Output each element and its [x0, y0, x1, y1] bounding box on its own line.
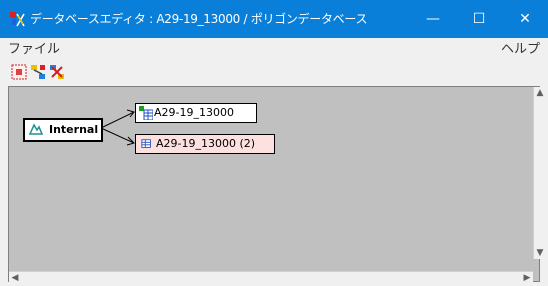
- maximize-button[interactable]: ☐: [456, 0, 502, 38]
- horizontal-scrollbar[interactable]: ◀ ▶: [9, 271, 533, 284]
- table-icon: [141, 139, 151, 148]
- window-title: データベースエディタ : A29-19_13000 / ポリゴンデータベース: [30, 12, 368, 26]
- unlink-tool-icon[interactable]: [49, 64, 65, 80]
- graph-canvas[interactable]: [8, 86, 540, 282]
- close-button[interactable]: ✕: [502, 0, 548, 38]
- scroll-up-icon[interactable]: ▲: [534, 87, 546, 99]
- vertical-scrollbar[interactable]: ▲ ▼: [533, 87, 547, 259]
- menu-file[interactable]: ファイル: [8, 41, 60, 59]
- node-tool-icon[interactable]: [11, 64, 27, 80]
- table-icon: [139, 106, 153, 120]
- menu-help[interactable]: ヘルプ: [501, 41, 540, 59]
- node-table-b-label: A29-19_13000 (2): [156, 137, 256, 150]
- scroll-left-icon[interactable]: ◀: [9, 272, 21, 284]
- scroll-right-icon[interactable]: ▶: [521, 272, 533, 284]
- link-tool-icon[interactable]: [30, 64, 46, 80]
- internal-db-icon: [29, 123, 43, 135]
- toolbar: [0, 61, 548, 85]
- menu-bar: ファイル ヘルプ: [0, 38, 548, 61]
- node-table-a-label: A29-19_13000: [154, 106, 234, 119]
- database-editor-icon: [10, 12, 25, 27]
- node-table-b[interactable]: A29-19_13000 (2): [135, 134, 275, 154]
- title-bar[interactable]: データベースエディタ : A29-19_13000 / ポリゴンデータベース —…: [0, 0, 548, 38]
- node-internal[interactable]: Internal: [23, 118, 103, 142]
- minimize-button[interactable]: —: [410, 0, 456, 38]
- node-table-a[interactable]: A29-19_13000: [135, 103, 257, 123]
- node-internal-label: Internal: [49, 123, 99, 136]
- scroll-down-icon[interactable]: ▼: [534, 247, 546, 259]
